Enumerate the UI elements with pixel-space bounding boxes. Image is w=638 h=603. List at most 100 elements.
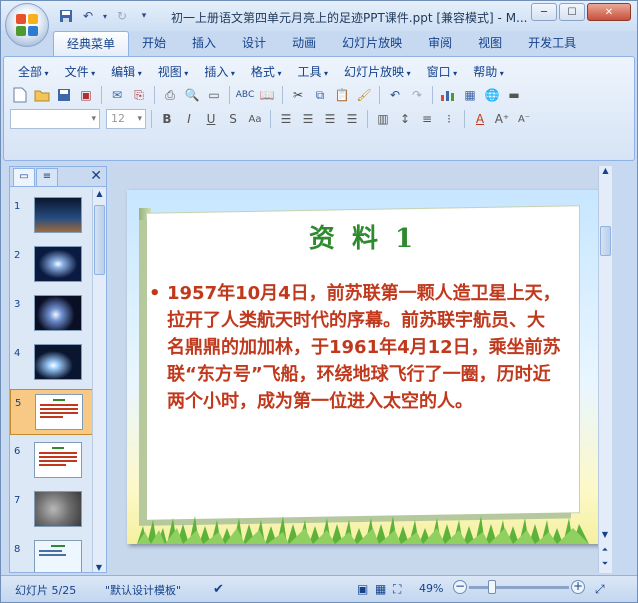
font-size-combo[interactable]: 12 xyxy=(106,109,146,129)
slide-thumbnail[interactable]: 4 xyxy=(10,340,94,386)
scrollbar-thumb[interactable] xyxy=(94,205,105,275)
next-slide-icon[interactable]: ⏷ xyxy=(599,559,611,569)
columns-icon[interactable]: ▥ xyxy=(373,109,393,129)
menu-insert[interactable]: 插入 xyxy=(196,61,243,83)
previous-slide-icon[interactable]: ⏶ xyxy=(599,545,611,555)
spelling-icon[interactable]: ABC xyxy=(235,85,255,105)
slide-title[interactable]: 资 料 1 xyxy=(127,218,599,255)
copy-icon[interactable]: ⧉ xyxy=(310,85,330,105)
tab-developer[interactable]: 开发工具 xyxy=(515,31,589,56)
tab-animations[interactable]: 动画 xyxy=(279,31,329,56)
scroll-down-icon[interactable]: ▼ xyxy=(599,530,611,539)
slides-tab-icon[interactable]: ▭ xyxy=(13,168,35,186)
slide-thumbnail-selected[interactable]: 5 xyxy=(10,389,94,435)
slide-thumbnail[interactable]: 2 xyxy=(10,242,94,288)
shrink-font-icon[interactable]: A⁻ xyxy=(514,109,534,129)
save-icon[interactable] xyxy=(54,85,74,105)
slide-thumbnail[interactable]: 6 xyxy=(10,438,94,484)
tab-design[interactable]: 设计 xyxy=(229,31,279,56)
paste-icon[interactable]: 📋 xyxy=(332,85,352,105)
pdf-icon[interactable]: ⎘ xyxy=(129,85,149,105)
fit-to-window-icon[interactable]: ⤢ xyxy=(595,582,605,597)
menu-tools[interactable]: 工具 xyxy=(289,61,336,83)
tab-home[interactable]: 开始 xyxy=(129,31,179,56)
chart-icon[interactable] xyxy=(438,85,458,105)
normal-view-icon[interactable]: ▣ xyxy=(357,582,368,596)
bold-button[interactable]: B xyxy=(157,109,177,129)
undo-icon[interactable]: ↶ xyxy=(385,85,405,105)
numbering-icon[interactable]: ≡ xyxy=(417,109,437,129)
slide-thumbnail[interactable]: 3 xyxy=(10,291,94,337)
new-file-icon[interactable] xyxy=(10,85,30,105)
print-icon[interactable]: ⎙ xyxy=(160,85,180,105)
slide-thumbnail[interactable]: 8 xyxy=(10,536,94,572)
open-folder-icon[interactable] xyxy=(32,85,52,105)
bullets-icon[interactable]: ⁝ xyxy=(439,109,459,129)
research-icon[interactable]: 📖 xyxy=(257,85,277,105)
undo-dropdown-icon[interactable]: ▾ xyxy=(101,8,109,24)
scroll-down-icon[interactable]: ▼ xyxy=(93,563,105,572)
menu-help[interactable]: 帮助 xyxy=(465,61,512,83)
slide-canvas[interactable]: 资 料 1 • 1957年10月4日，前苏联第一颗人造卫星上天，拉开了人类航天时… xyxy=(127,190,599,544)
permission-icon[interactable]: ▣ xyxy=(76,85,96,105)
customize-qat-icon[interactable]: ▾ xyxy=(135,8,153,24)
zoom-slider[interactable] xyxy=(469,586,569,589)
menu-all[interactable]: 全部 xyxy=(10,61,57,83)
slide-sorter-icon[interactable]: ▦ xyxy=(375,582,386,596)
menu-view[interactable]: 视图 xyxy=(150,61,197,83)
grow-font-icon[interactable]: A⁺ xyxy=(492,109,512,129)
slide-body[interactable]: • 1957年10月4日，前苏联第一颗人造卫星上天，拉开了人类航天时代的序幕。前… xyxy=(149,280,562,415)
slideshow-view-icon[interactable]: ⛶ xyxy=(393,582,401,597)
slide-scrollbar[interactable]: ▲ ▼ ⏶ ⏷ xyxy=(598,166,612,573)
print-preview-icon[interactable]: 🔍 xyxy=(182,85,202,105)
redo-icon[interactable]: ↻ xyxy=(113,8,131,24)
underline-button[interactable]: U xyxy=(201,109,221,129)
color-grayscale-icon[interactable]: ▬ xyxy=(504,85,524,105)
zoom-in-button[interactable]: + xyxy=(571,580,585,594)
menu-window[interactable]: 窗口 xyxy=(419,61,466,83)
char-spacing-button[interactable]: Aa xyxy=(245,109,265,129)
justify-icon[interactable]: ☰ xyxy=(342,109,362,129)
minimize-button[interactable]: ─ xyxy=(531,3,557,21)
outline-tab-icon[interactable]: ≡ xyxy=(36,168,58,186)
menu-edit[interactable]: 编辑 xyxy=(103,61,150,83)
format-painter-icon[interactable]: 🖌 xyxy=(354,85,374,105)
email-icon[interactable]: ✉ xyxy=(107,85,127,105)
align-right-icon[interactable]: ☰ xyxy=(320,109,340,129)
scroll-up-icon[interactable]: ▲ xyxy=(599,166,612,175)
office-button[interactable] xyxy=(5,3,49,47)
zoom-slider-thumb[interactable] xyxy=(488,580,496,594)
menu-slideshow[interactable]: 幻灯片放映 xyxy=(336,61,419,83)
redo-icon[interactable]: ↷ xyxy=(407,85,427,105)
menu-format[interactable]: 格式 xyxy=(243,61,290,83)
close-pane-icon[interactable]: ✕ xyxy=(90,168,102,184)
shadow-button[interactable]: S xyxy=(223,109,243,129)
menu-file[interactable]: 文件 xyxy=(57,61,104,83)
tab-slideshow[interactable]: 幻灯片放映 xyxy=(329,31,415,56)
table-icon[interactable]: ▦ xyxy=(460,85,480,105)
scrollbar-thumb[interactable] xyxy=(600,226,611,256)
line-spacing-icon[interactable]: ↕ xyxy=(395,109,415,129)
font-color-icon[interactable]: A xyxy=(470,109,490,129)
align-center-icon[interactable]: ☰ xyxy=(298,109,318,129)
cut-icon[interactable]: ✂ xyxy=(288,85,308,105)
slide-thumbnail[interactable]: 7 xyxy=(10,487,94,533)
tab-classic-menu[interactable]: 经典菜单 xyxy=(53,31,130,56)
thumbnail-scrollbar[interactable]: ▲ ▼ xyxy=(92,189,106,572)
close-button[interactable]: ✕ xyxy=(587,3,631,21)
undo-icon[interactable]: ↶ xyxy=(79,8,97,24)
zoom-out-button[interactable]: − xyxy=(453,580,467,594)
spell-check-icon[interactable]: ✔ xyxy=(213,582,224,597)
zoom-level[interactable]: 49% xyxy=(419,582,443,595)
slide-thumbnail[interactable]: 1 xyxy=(10,193,94,239)
tab-insert[interactable]: 插入 xyxy=(179,31,229,56)
maximize-button[interactable]: ☐ xyxy=(559,3,585,21)
page-setup-icon[interactable]: ▭ xyxy=(204,85,224,105)
save-icon[interactable] xyxy=(57,8,75,24)
tab-view[interactable]: 视图 xyxy=(465,31,515,56)
italic-button[interactable]: I xyxy=(179,109,199,129)
globe-icon[interactable]: 🌐 xyxy=(482,85,502,105)
tab-review[interactable]: 审阅 xyxy=(415,31,465,56)
scroll-up-icon[interactable]: ▲ xyxy=(93,189,106,198)
align-left-icon[interactable]: ☰ xyxy=(276,109,296,129)
